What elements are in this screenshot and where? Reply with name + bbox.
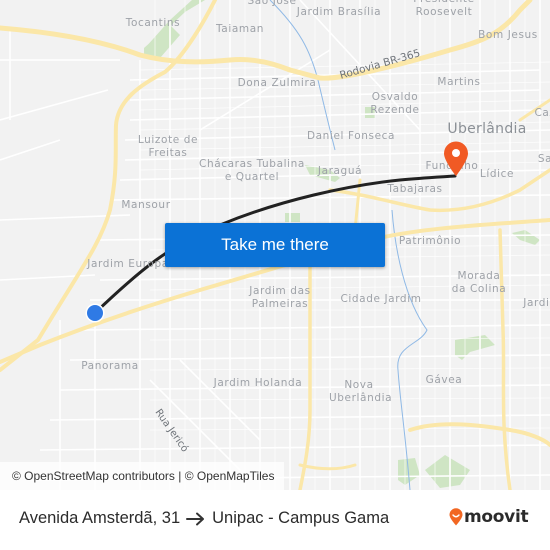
place-label-chacaras-tubalina: Chácaras Tubalina e Quartel bbox=[199, 158, 305, 183]
place-label-patrimonio: Patrimônio bbox=[398, 235, 462, 247]
moovit-logo[interactable]: moovit bbox=[449, 507, 529, 527]
place-label-lidice: Lídice bbox=[479, 168, 515, 180]
place-label-luizote-de-freitas: Luizote de Freitas bbox=[137, 134, 199, 159]
origin-label: Avenida Amsterdã, 31 bbox=[19, 509, 181, 527]
place-label-tabajaras: Tabajaras bbox=[387, 183, 443, 195]
place-label-jardim-europa: Jardim Europa bbox=[87, 258, 169, 270]
place-label-bom-jesus: Bom Jesus bbox=[478, 29, 538, 41]
place-label-dona-zulmira: Dona Zulmira bbox=[237, 77, 317, 89]
place-label-osvaldo-rezende: Osvaldo Rezende bbox=[370, 91, 420, 116]
destination-label: Unipac - Campus Gama bbox=[212, 509, 390, 527]
route-summary: Avenida Amsterdã, 31 Unipac - Campus Gam… bbox=[19, 509, 389, 528]
place-label-taiaman: Taiaman bbox=[216, 23, 264, 35]
place-label-jardim-holanda: Jardim Holanda bbox=[213, 377, 303, 389]
place-label-caz: Caz bbox=[534, 107, 550, 119]
place-label-jaragua: Jaraguá bbox=[317, 165, 363, 177]
take-me-there-button[interactable]: Take me there bbox=[165, 223, 385, 267]
place-label-sa: Sa bbox=[537, 153, 550, 165]
place-label-daniel-fonseca: Daniel Fonseca bbox=[306, 130, 396, 142]
origin-dot-icon[interactable] bbox=[85, 303, 105, 323]
place-label-panorama: Panorama bbox=[81, 360, 139, 372]
place-label-martins: Martins bbox=[437, 76, 481, 88]
moovit-wordmark: moovit bbox=[464, 507, 529, 527]
place-label-cidade-jardim: Cidade Jardim bbox=[340, 293, 422, 305]
place-label-uberlandia: Uberlândia bbox=[447, 121, 527, 137]
map-pin-icon[interactable] bbox=[443, 141, 469, 177]
place-label-sao-jose: São José bbox=[247, 0, 297, 7]
moovit-pin-icon bbox=[449, 508, 463, 526]
place-label-tocantins: Tocantins bbox=[125, 17, 181, 29]
place-label-jardim-das-palmeiras: Jardim das Palmeiras bbox=[249, 285, 311, 310]
arrow-right-icon bbox=[186, 512, 206, 526]
place-label-morada-da-colina: Morada da Colina bbox=[451, 270, 507, 295]
place-label-mansour: Mansour bbox=[121, 199, 171, 211]
place-label-gavea: Gávea bbox=[425, 374, 463, 386]
map-view[interactable]: Tocantins Taiaman São José Jardim Brasíl… bbox=[0, 0, 550, 490]
place-label-jardim-brasilia: Jardim Brasília bbox=[296, 6, 382, 18]
place-label-jardin: Jardin bbox=[523, 297, 550, 309]
place-label-nova-uberlandia: Nova Uberlândia bbox=[329, 379, 393, 404]
place-label-presidente-roosevelt: Presidente Roosevelt bbox=[413, 0, 474, 18]
map-attribution[interactable]: © OpenStreetMap contributors | © OpenMap… bbox=[0, 462, 285, 490]
